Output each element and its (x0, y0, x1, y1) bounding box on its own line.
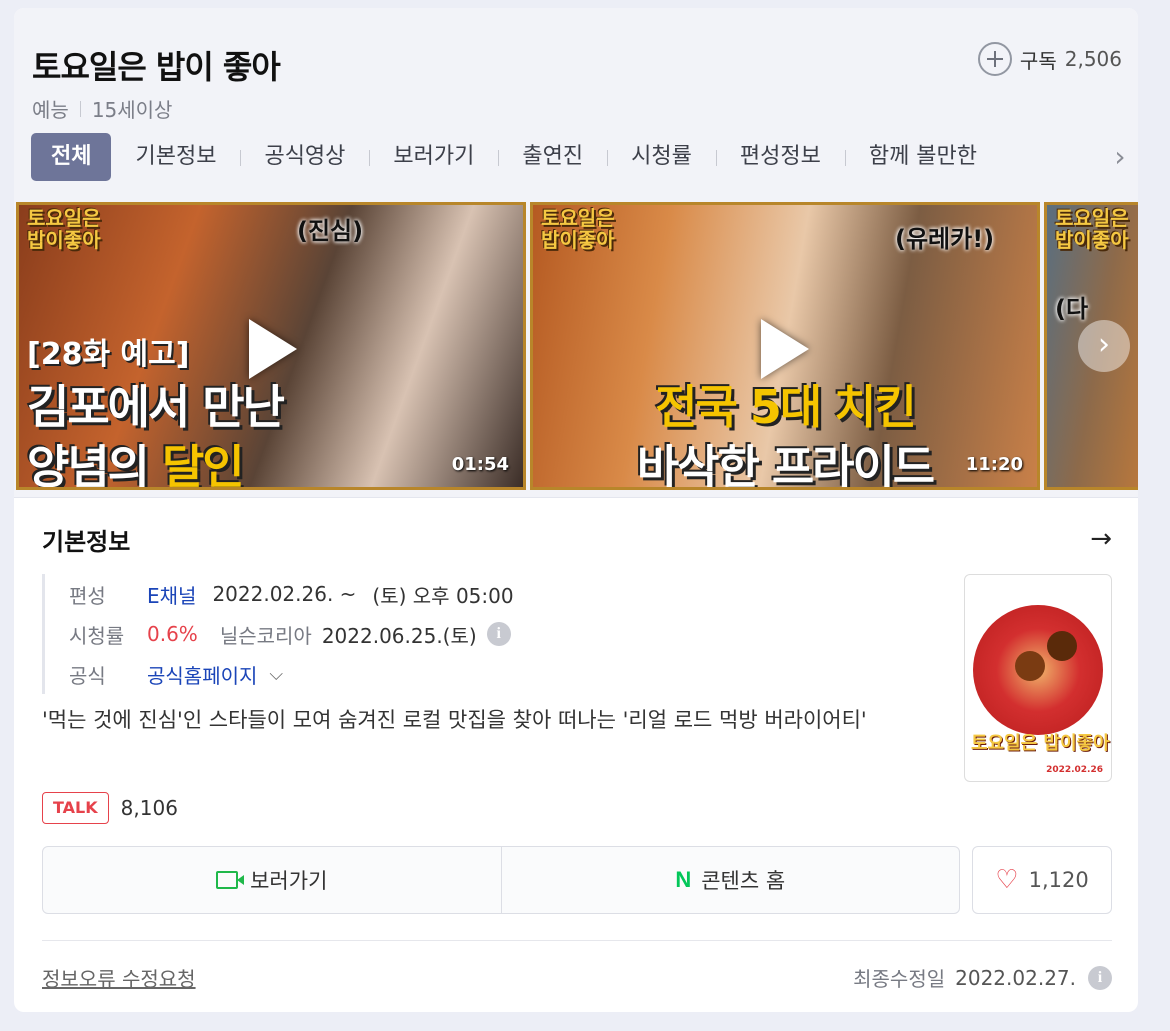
episode-tag: [28화 예고] (27, 337, 190, 372)
footer-divider (42, 940, 1112, 941)
action-buttons: 보러가기 N 콘텐츠 홈 (42, 846, 960, 914)
ratings-date: 2022.06.25.(토) (321, 623, 477, 648)
start-date: 2022.02.26. ~ (212, 582, 357, 606)
speech-caption: (유레카!) (895, 225, 995, 253)
program-meta: 예능 15세이상 (32, 94, 172, 123)
report-error-link[interactable]: 정보오류 수정요청 (42, 963, 196, 992)
play-icon[interactable] (249, 319, 297, 379)
video-duration: 01:54 (451, 454, 509, 475)
talk-badge[interactable]: TALK (42, 792, 109, 824)
caption-text: 양념의 (27, 440, 162, 490)
tab-ratings[interactable]: 시청률 (607, 133, 716, 181)
video-caption-line1: 김포에서 만난 (27, 380, 285, 434)
last-modified: 최종수정일 2022.02.27. i (853, 963, 1112, 992)
poster-food-image (1015, 651, 1045, 681)
play-icon[interactable] (761, 319, 809, 379)
watch-label: 보러가기 (250, 869, 328, 893)
chevron-right-icon[interactable]: › (1108, 143, 1132, 171)
show-logo: 토요일은 밥이좋아 (1055, 206, 1129, 252)
info-icon[interactable]: i (1088, 965, 1112, 990)
airtime: (토) 오후 05:00 (372, 583, 514, 608)
ratings-source: 닐슨코리아 (219, 623, 312, 648)
content-home-button[interactable]: N 콘텐츠 홈 (500, 847, 960, 913)
video-carousel: 토요일은 밥이좋아 (진심) [28화 예고] 김포에서 만난 양념의 달인 0… (16, 202, 1138, 490)
meta-divider (79, 100, 81, 117)
subscribe-button[interactable]: 구독 2,506 (977, 42, 1122, 76)
subscribe-label: 구독 (1019, 48, 1057, 73)
chevron-down-icon[interactable]: ⌵ (269, 664, 283, 685)
tab-bar: 전체 기본정보 공식영상 보러가기 출연진 시청률 편성정보 함께 볼만한 (31, 133, 1100, 181)
carousel-next-icon[interactable]: › (1078, 320, 1130, 372)
video-caption-line1: 전국 5대 치킨 (655, 380, 917, 434)
basic-info-title[interactable]: 기본정보 (42, 522, 130, 557)
program-header: 토요일은 밥이 좋아 예능 15세이상 구독 2,506 전체 기본정보 공식영… (14, 8, 1138, 498)
tab-watch[interactable]: 보러가기 (369, 133, 498, 181)
like-button[interactable]: ♡ 1,120 (972, 846, 1112, 914)
schedule-label: 편성 (69, 583, 106, 608)
genre-label: 예능 (32, 98, 69, 122)
watch-button[interactable]: 보러가기 (43, 847, 501, 913)
tab-recommended[interactable]: 함께 볼만한 (844, 133, 1001, 181)
program-poster[interactable]: 토요일은 밥이좋아 2022.02.26 (964, 574, 1112, 782)
ratings-label: 시청률 (69, 623, 125, 648)
official-homepage-link[interactable]: 공식홈페이지 (147, 660, 257, 689)
info-icon[interactable]: i (486, 622, 511, 646)
basic-info-list: 편성 E채널 2022.02.26. ~ (토) 오후 05:00 시청률 0.… (42, 574, 530, 694)
naver-n-icon: N (675, 867, 692, 892)
speech-caption: (다 (1055, 295, 1089, 323)
tab-schedule[interactable]: 편성정보 (715, 133, 845, 181)
ratings-value: 0.6% (147, 622, 198, 646)
arrow-right-icon[interactable]: → (1090, 524, 1112, 554)
talk-count: 8,106 (120, 796, 178, 820)
show-logo: 토요일은 밥이좋아 (541, 206, 615, 252)
poster-title: 토요일은 밥이좋아 (971, 733, 1110, 754)
schedule-row: 편성 E채널 2022.02.26. ~ (토) 오후 05:00 (69, 574, 530, 614)
video-caption-line2: 양념의 달인 (27, 431, 245, 490)
plus-icon (977, 42, 1012, 76)
tab-official-videos[interactable]: 공식영상 (240, 133, 369, 181)
video-thumbnail[interactable]: 토요일은 밥이좋아 (유레카!) 전국 5대 치킨 바삭한 프라이드 11:20 (530, 202, 1040, 490)
like-count: 1,120 (1028, 868, 1089, 892)
heart-icon: ♡ (995, 865, 1019, 895)
program-card: 토요일은 밥이 좋아 예능 15세이상 구독 2,506 전체 기본정보 공식영… (14, 8, 1138, 1012)
talk-section[interactable]: TALK 8,106 (42, 792, 178, 824)
age-rating-label: 15세이상 (91, 98, 173, 122)
tab-all[interactable]: 전체 (31, 133, 112, 181)
modified-date: 2022.02.27. (955, 965, 1076, 990)
video-duration: 11:20 (965, 454, 1023, 475)
video-camera-icon (216, 871, 245, 889)
program-title[interactable]: 토요일은 밥이 좋아 (32, 42, 281, 88)
poster-date: 2022.02.26 (1046, 765, 1103, 775)
program-description: '먹는 것에 진심'인 스타들이 모여 숨겨진 로컬 맛집을 찾아 떠나는 '리… (42, 708, 867, 732)
modified-label: 최종수정일 (853, 967, 946, 991)
video-thumbnail[interactable]: 토요일은 밥이좋아 (진심) [28화 예고] 김포에서 만난 양념의 달인 0… (16, 202, 526, 490)
tab-cast[interactable]: 출연진 (498, 133, 607, 181)
content-home-label: 콘텐츠 홈 (701, 869, 786, 893)
channel-link[interactable]: E채널 (147, 580, 196, 609)
video-caption-line2: 바삭한 프라이드 (636, 440, 935, 490)
ratings-row: 시청률 0.6% 닐슨코리아 2022.06.25.(토) i (69, 614, 530, 654)
official-row: 공식 공식홈페이지 ⌵ (69, 654, 530, 694)
poster-food-image (1047, 631, 1077, 661)
speech-caption: (진심) (297, 217, 364, 245)
caption-highlight: 달인 (161, 440, 245, 490)
show-logo: 토요일은 밥이좋아 (27, 206, 101, 252)
subscribe-count: 2,506 (1064, 47, 1122, 71)
official-label: 공식 (69, 663, 106, 688)
tab-basic-info[interactable]: 기본정보 (111, 133, 240, 181)
